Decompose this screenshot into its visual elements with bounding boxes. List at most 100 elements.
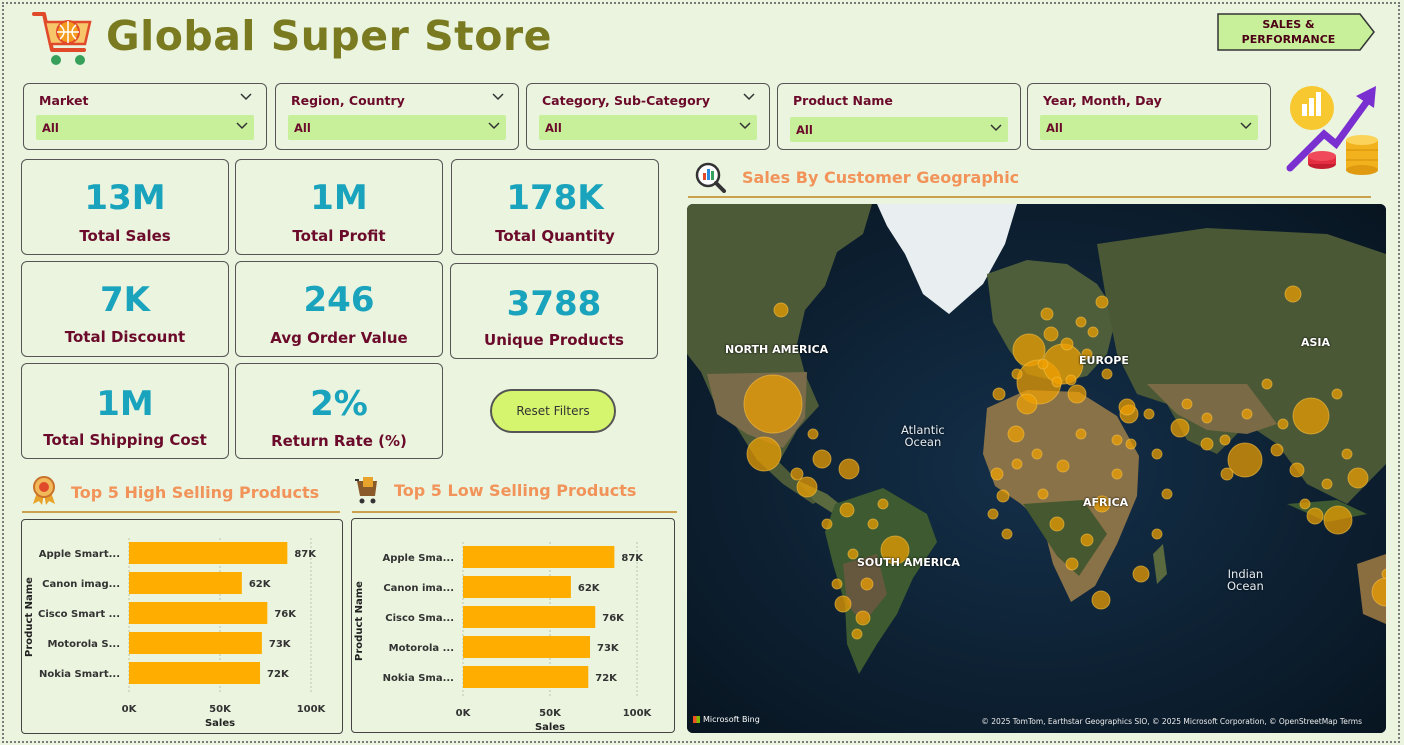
bar[interactable]	[129, 662, 261, 684]
section-divider	[688, 196, 1371, 198]
bar[interactable]	[463, 576, 571, 598]
chevron-down-icon	[739, 122, 751, 130]
slicer-label: Product Name	[793, 93, 893, 108]
category-label: Nokia Sma...	[383, 673, 454, 684]
world-map-graphic	[687, 204, 1386, 733]
bar[interactable]	[463, 636, 591, 658]
market-slicer[interactable]: Market All	[23, 83, 267, 150]
kpi-value: 13M	[84, 178, 166, 218]
chevron-down-icon[interactable]	[492, 93, 504, 101]
x-axis-title: Sales	[205, 718, 235, 729]
x-tick-label: 100K	[623, 708, 653, 719]
category-label: Apple Smart...	[39, 549, 120, 560]
date-slicer[interactable]: Year, Month, Day All	[1027, 83, 1271, 150]
kpi-total-sales: 13M Total Sales	[21, 159, 229, 255]
kpi-avg-order-value: 246 Avg Order Value	[235, 261, 443, 357]
chevron-down-icon[interactable]	[743, 93, 755, 101]
product-name-slicer[interactable]: Product Name All	[777, 83, 1021, 150]
kpi-label: Return Rate (%)	[271, 432, 407, 450]
slicer-label: Category, Sub-Category	[542, 93, 710, 108]
data-label: 72K	[595, 673, 618, 684]
chevron-down-icon	[1240, 122, 1252, 130]
slicer-label: Region, Country	[291, 93, 405, 108]
bar[interactable]	[129, 572, 242, 594]
slicer-value: All	[42, 121, 59, 135]
region-label-europe: EUROPE	[1079, 354, 1129, 367]
growth-chart-icon	[1286, 86, 1378, 175]
slicer-dropdown[interactable]: All	[36, 115, 254, 140]
sales-map[interactable]: NORTH AMERICA EUROPE ASIA AFRICA SOUTH A…	[687, 204, 1386, 733]
high-selling-chart-panel: 0K 50K 100K Apple Smart... 87K Canon imag... 6…	[21, 519, 343, 734]
data-label: 87K	[621, 553, 644, 564]
bar[interactable]	[129, 542, 288, 564]
kpi-value: 3788	[506, 284, 602, 324]
kpi-value: 246	[303, 280, 375, 320]
microsoft-logo-icon	[693, 716, 700, 723]
data-label: 73K	[597, 643, 620, 654]
chevron-down-icon	[488, 122, 500, 130]
slicer-value: All	[796, 123, 813, 137]
chevron-down-icon[interactable]	[240, 93, 252, 101]
category-label: Apple Sma...	[382, 553, 454, 564]
kpi-value: 1M	[96, 384, 154, 424]
slicer-dropdown[interactable]: All	[1040, 115, 1258, 140]
nav-button-label: SALES & PERFORMANCE	[1241, 18, 1336, 46]
region-label-north-america: NORTH AMERICA	[725, 343, 829, 356]
data-label: 72K	[267, 669, 290, 680]
kpi-unique-products: 3788 Unique Products	[450, 263, 658, 359]
kpi-total-shipping-cost: 1M Total Shipping Cost	[21, 363, 229, 459]
region-label-africa: AFRICA	[1083, 496, 1129, 509]
slicer-value: All	[545, 121, 562, 135]
category-label: Cisco Sma...	[385, 613, 454, 624]
bar[interactable]	[129, 632, 262, 654]
y-axis-title: Product Name	[24, 577, 35, 657]
section-divider	[352, 511, 677, 513]
data-label: 76K	[602, 613, 625, 624]
category-label: Motorola S...	[47, 639, 120, 650]
bar[interactable]	[463, 666, 589, 688]
kpi-return-rate: 2% Return Rate (%)	[235, 363, 443, 459]
kpi-label: Total Discount	[64, 328, 186, 346]
bar[interactable]	[129, 602, 268, 624]
shopping-cart-logo-icon	[32, 12, 92, 65]
slicer-dropdown[interactable]: All	[539, 115, 757, 140]
slicer-dropdown[interactable]: All	[790, 117, 1008, 142]
low-selling-bar-chart: 0K 50K 100K Apple Sma... 87K Canon ima... 62K C…	[354, 542, 653, 733]
category-slicer[interactable]: Category, Sub-Category All	[526, 83, 770, 150]
slicer-value: All	[1046, 121, 1063, 135]
category-label: Cisco Smart ...	[38, 609, 120, 620]
category-label: Canon ima...	[383, 583, 454, 594]
data-label: 73K	[269, 639, 292, 650]
bar[interactable]	[463, 546, 615, 568]
high-selling-bar-chart: 0K 50K 100K Apple Smart... 87K Canon imag... 6…	[24, 538, 327, 729]
kpi-label: Unique Products	[484, 331, 624, 349]
kpi-value: 178K	[506, 178, 604, 218]
award-ribbon-icon	[33, 476, 55, 505]
sales-performance-nav-button[interactable]: SALES & PERFORMANCE	[1216, 12, 1376, 52]
map-attribution[interactable]: © 2025 TomTom, Earthstar Geographics SIO…	[981, 717, 1362, 726]
slicer-label: Market	[39, 93, 89, 108]
ocean-label-atlantic: Atlantic Ocean	[901, 423, 945, 449]
kpi-value: 2%	[310, 384, 368, 424]
page-title: Global Super Store	[106, 12, 552, 60]
bar[interactable]	[463, 606, 596, 628]
y-axis-title: Product Name	[354, 581, 365, 661]
slicer-dropdown[interactable]: All	[288, 115, 506, 140]
low-selling-chart-panel: 0K 50K 100K Apple Sma... 87K Canon ima... 62K C…	[351, 518, 675, 733]
category-label: Nokia Smart...	[39, 669, 120, 680]
ocean-label-indian: Indian Ocean	[1227, 567, 1264, 593]
kpi-label: Avg Order Value	[270, 329, 408, 347]
kpi-value: 7K	[99, 280, 150, 320]
chevron-down-icon	[990, 124, 1002, 132]
slicer-value: All	[294, 121, 311, 135]
x-tick-label: 50K	[539, 708, 562, 719]
category-label: Canon imag...	[42, 579, 120, 590]
data-label: 87K	[294, 549, 317, 560]
high-selling-title: Top 5 High Selling Products	[71, 483, 320, 502]
x-tick-label: 50K	[209, 704, 232, 715]
magnifier-chart-icon	[695, 162, 726, 193]
region-country-slicer[interactable]: Region, Country All	[275, 83, 519, 150]
x-tick-label: 0K	[122, 704, 138, 715]
kpi-label: Total Shipping Cost	[43, 431, 207, 449]
reset-filters-button[interactable]: Reset Filters	[490, 389, 616, 433]
